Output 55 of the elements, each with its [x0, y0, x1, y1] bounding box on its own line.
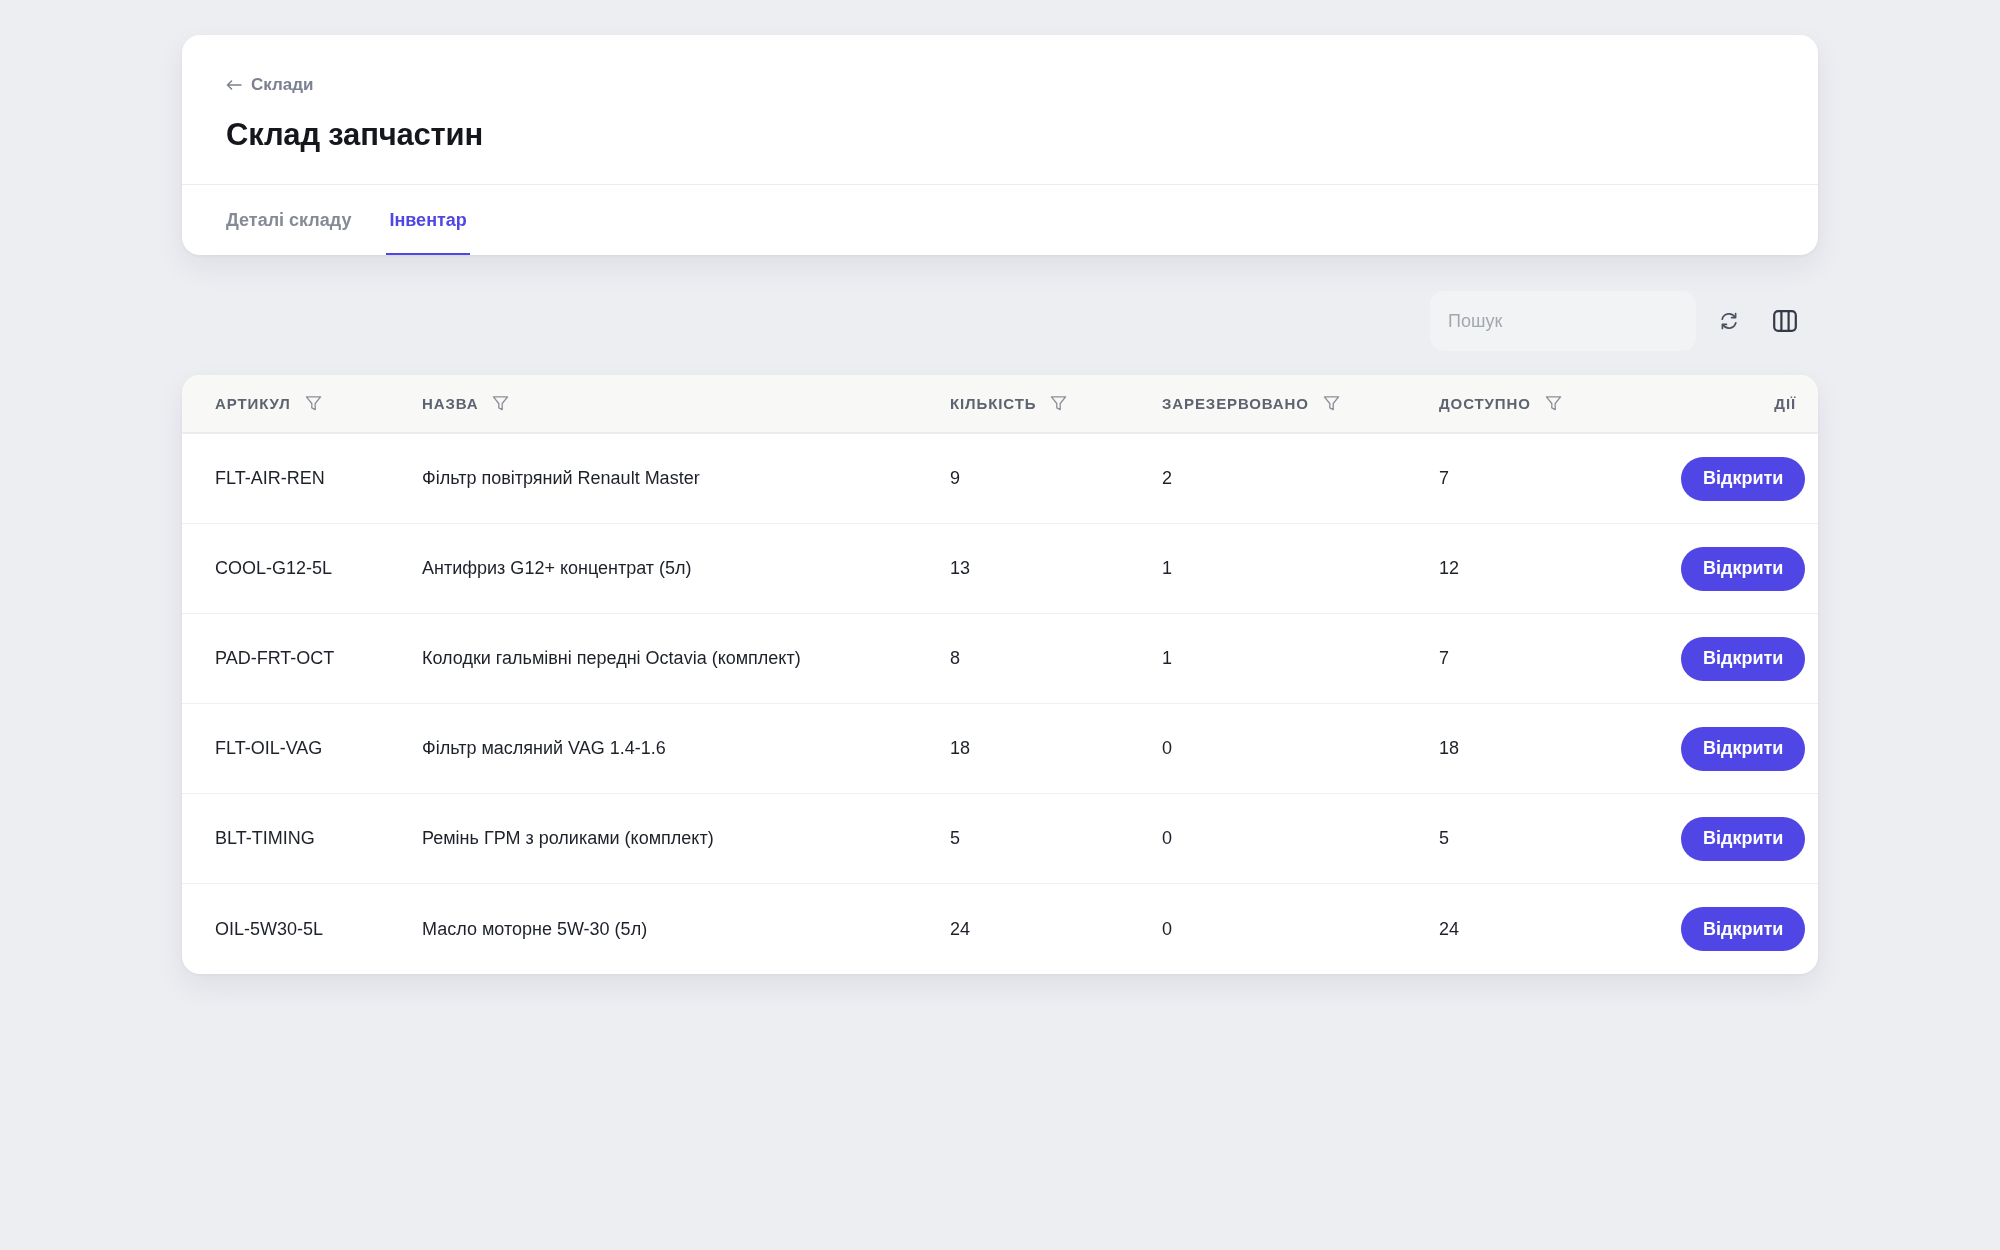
- table-cell: 2: [1162, 468, 1172, 488]
- table-cell: 7: [1439, 468, 1449, 488]
- table-cell: 1: [1162, 648, 1172, 668]
- back-link[interactable]: Склади: [226, 73, 314, 97]
- tab[interactable]: Інвентар: [386, 185, 470, 255]
- filter-icon[interactable]: [1050, 395, 1068, 412]
- table-cell: 1: [1162, 558, 1172, 578]
- open-button[interactable]: Відкрити: [1681, 816, 1806, 861]
- refresh-icon[interactable]: [1719, 311, 1739, 331]
- table-cell: BLT-TIMING: [215, 828, 315, 848]
- table-cell: 18: [950, 738, 971, 758]
- open-button[interactable]: Відкрити: [1681, 726, 1806, 771]
- tab[interactable]: Деталі складу: [223, 185, 355, 255]
- table-cell: 24: [950, 918, 971, 939]
- table-cell: Масло моторне 5W-30 (5л): [422, 918, 648, 939]
- table-cell: 24: [1439, 918, 1460, 939]
- column-header: ЗАРЕЗЕРВОВАНО: [1162, 395, 1309, 412]
- open-button[interactable]: Відкрити: [1681, 636, 1806, 681]
- table-cell: 12: [1439, 558, 1460, 578]
- column-header: НАЗВА: [422, 395, 479, 412]
- table-cell: COOL-G12-5L: [215, 558, 333, 578]
- columns-icon[interactable]: [1773, 310, 1797, 332]
- filter-icon[interactable]: [304, 395, 322, 412]
- arrow-left-icon: [226, 80, 242, 90]
- table-cell: 0: [1162, 828, 1172, 848]
- table-cell: 9: [950, 468, 960, 488]
- search-field[interactable]: Пошук: [1430, 291, 1696, 351]
- table-cell: 18: [1439, 738, 1460, 758]
- table-cell: 5: [950, 828, 960, 848]
- filter-icon[interactable]: [1544, 395, 1562, 412]
- table-cell: Колодки гальмівні передні Octavia (комплект): [422, 648, 801, 668]
- table-cell: OIL-5W30-5L: [215, 918, 324, 939]
- table-cell: 5: [1439, 828, 1449, 848]
- table-cell: 7: [1439, 648, 1449, 668]
- table-cell: FLT-AIR-REN: [215, 468, 325, 488]
- table-cell: Ремінь ГРМ з роликами (комплект): [422, 828, 714, 848]
- table-cell: Фільтр повітряний Renault Master: [422, 468, 700, 488]
- column-header: ДОСТУПНО: [1439, 395, 1531, 412]
- table-cell: 0: [1162, 918, 1172, 939]
- open-button[interactable]: Відкрити: [1681, 456, 1806, 501]
- column-header: ДІЇ: [1774, 395, 1796, 412]
- open-button[interactable]: Відкрити: [1681, 546, 1806, 591]
- table-cell: 13: [950, 558, 971, 578]
- filter-icon[interactable]: [492, 395, 510, 412]
- table-cell: 8: [950, 648, 960, 668]
- open-button[interactable]: Відкрити: [1681, 907, 1806, 951]
- page-title: Склад запчастин: [226, 116, 484, 154]
- table-cell: FLT-OIL-VAG: [215, 738, 323, 758]
- table-cell: Фільтр масляний VAG 1.4-1.6: [422, 738, 666, 758]
- table-cell: PAD-FRT-OCT: [215, 648, 335, 668]
- column-header: КІЛЬКІСТЬ: [950, 395, 1037, 412]
- column-header: АРТИКУЛ: [215, 395, 291, 412]
- filter-icon[interactable]: [1322, 395, 1340, 412]
- table-cell: Антифриз G12+ концентрат (5л): [422, 558, 692, 578]
- table-cell: 0: [1162, 738, 1172, 758]
